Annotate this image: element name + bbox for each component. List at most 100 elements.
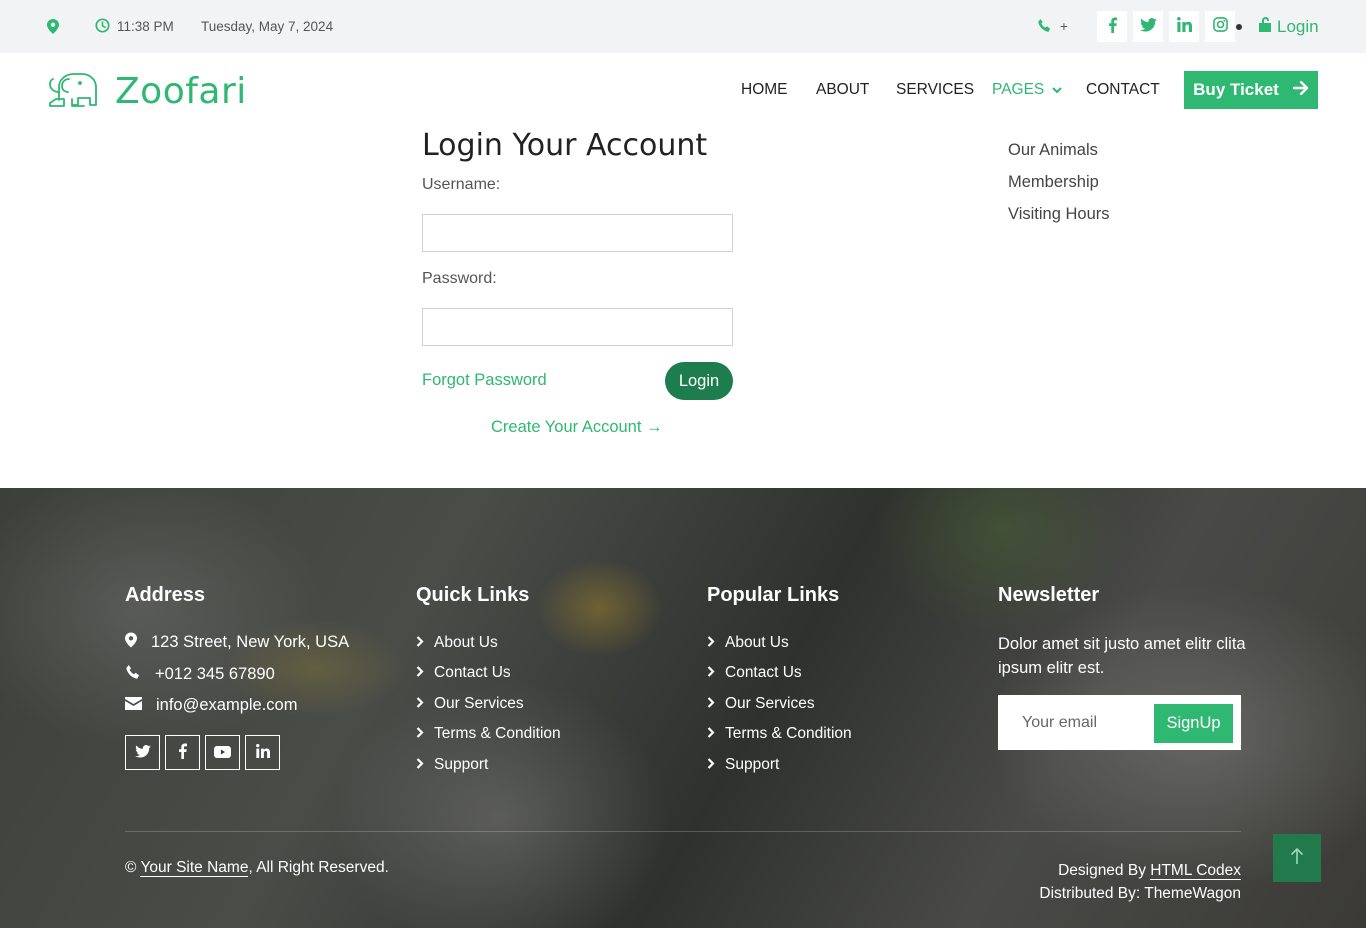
linkedin-icon	[255, 743, 270, 762]
top-login-label: Login	[1277, 16, 1319, 36]
nav-pages[interactable]: PAGES	[992, 78, 1062, 102]
elephant-icon	[47, 70, 99, 112]
nav-pages-label: PAGES	[992, 81, 1045, 98]
instagram-link[interactable]	[1205, 11, 1235, 42]
chevron-right-icon	[707, 634, 715, 652]
chevron-right-icon	[707, 664, 715, 682]
copyright: © Your Site Name, All Right Reserved.	[125, 859, 389, 877]
password-input[interactable]	[422, 308, 733, 346]
footer-phone-text: +012 345 67890	[155, 665, 275, 683]
quick-link-contact-us[interactable]: Contact Us	[416, 664, 511, 682]
quick-link-label: Terms & Condition	[434, 725, 561, 742]
buy-ticket-label: Buy Ticket	[1193, 80, 1279, 99]
envelope-icon	[125, 696, 142, 715]
quick-link-label: Contact Us	[434, 664, 511, 681]
dropdown-item-membership[interactable]: Membership	[1008, 173, 1099, 192]
popular-link-contact-us[interactable]: Contact Us	[707, 664, 802, 682]
footer-popular-links-heading: Popular Links	[707, 584, 840, 606]
credits: Designed By HTML Codex Distributed By: T…	[1039, 859, 1241, 905]
site-name-link[interactable]: Your Site Name	[140, 859, 249, 877]
footer-email: info@example.com	[125, 696, 297, 715]
login-title: Login Your Account	[422, 128, 708, 163]
brand-logo[interactable]: Zoofari	[47, 70, 247, 112]
chevron-right-icon	[707, 725, 715, 743]
instagram-icon	[1212, 17, 1228, 36]
footer-address-heading: Address	[125, 584, 206, 606]
username-input[interactable]	[422, 214, 733, 252]
copyright-suffix: , All Right Reserved.	[248, 859, 389, 876]
chevron-right-icon	[707, 756, 715, 774]
signup-button[interactable]: SignUp	[1154, 704, 1233, 743]
popular-link-support[interactable]: Support	[707, 756, 779, 774]
footer-twitter-link[interactable]	[125, 735, 160, 770]
nav-services[interactable]: SERVICES	[896, 78, 974, 102]
popular-link-label: Contact Us	[725, 664, 802, 681]
chevron-right-icon	[416, 664, 424, 682]
separator-dot	[1236, 24, 1242, 30]
current-time: 11:38 PM	[117, 19, 174, 34]
popular-link-label: Terms & Condition	[725, 725, 852, 742]
footer-divider	[125, 831, 1241, 832]
footer: Address 123 Street, New York, USA +012 3…	[0, 488, 1366, 928]
linkedin-icon	[1176, 17, 1192, 36]
nav-contact[interactable]: CONTACT	[1086, 78, 1160, 102]
forgot-password-link[interactable]: Forgot Password	[422, 371, 547, 390]
linkedin-link[interactable]	[1169, 11, 1199, 42]
create-account-link[interactable]: Create Your Account →	[491, 418, 663, 437]
twitter-icon	[1139, 17, 1157, 36]
quick-link-our-services[interactable]: Our Services	[416, 695, 524, 713]
footer-phone: +012 345 67890	[125, 664, 275, 685]
popular-link-label: About Us	[725, 634, 789, 651]
twitter-link[interactable]	[1133, 11, 1163, 42]
dropdown-item-our-animals[interactable]: Our Animals	[1008, 141, 1098, 160]
quick-link-label: About Us	[434, 634, 498, 651]
quick-link-support[interactable]: Support	[416, 756, 488, 774]
arrow-right-icon	[1292, 80, 1309, 100]
current-date: Tuesday, May 7, 2024	[201, 19, 334, 34]
time-display: 11:38 PM	[95, 0, 174, 53]
chevron-right-icon	[707, 695, 715, 713]
quick-link-about-us[interactable]: About Us	[416, 634, 498, 652]
phone-icon	[125, 664, 141, 685]
location-icon	[47, 0, 59, 53]
popular-link-terms[interactable]: Terms & Condition	[707, 725, 852, 743]
footer-youtube-link[interactable]	[205, 735, 240, 770]
footer-linkedin-link[interactable]	[245, 735, 280, 770]
lock-icon	[1259, 16, 1272, 37]
facebook-icon	[178, 743, 187, 763]
footer-street-text: 123 Street, New York, USA	[151, 633, 350, 651]
phone-link[interactable]: +	[1037, 0, 1068, 53]
phone-number: +	[1060, 19, 1068, 34]
facebook-link[interactable]	[1097, 11, 1127, 42]
footer-newsletter-heading: Newsletter	[998, 584, 1100, 606]
login-button[interactable]: Login	[665, 362, 733, 400]
popular-link-our-services[interactable]: Our Services	[707, 695, 815, 713]
chevron-right-icon	[416, 756, 424, 774]
nav-home[interactable]: HOME	[741, 78, 788, 102]
clock-icon	[95, 17, 110, 36]
newsletter-email-input[interactable]: Your email	[1022, 695, 1097, 750]
popular-link-about-us[interactable]: About Us	[707, 634, 789, 652]
location-icon	[125, 632, 137, 653]
arrow-up-icon	[1290, 847, 1304, 869]
quick-link-label: Our Services	[434, 695, 524, 712]
nav-about[interactable]: ABOUT	[816, 78, 869, 102]
newsletter-text: Dolor amet sit justo amet elitr clita ip…	[998, 635, 1246, 677]
username-label: Username:	[422, 176, 501, 193]
top-login-link[interactable]: Login	[1259, 0, 1319, 53]
copyright-symbol: ©	[125, 859, 137, 876]
newsletter-form: Your email SignUp	[998, 695, 1241, 750]
top-bar: 11:38 PM Tuesday, May 7, 2024 + Login	[0, 0, 1366, 53]
chevron-right-icon	[416, 634, 424, 652]
footer-street: 123 Street, New York, USA	[125, 632, 349, 653]
html-codex-link[interactable]: HTML Codex	[1150, 862, 1241, 880]
quick-link-terms[interactable]: Terms & Condition	[416, 725, 561, 743]
dropdown-item-visiting-hours[interactable]: Visiting Hours	[1008, 205, 1110, 224]
designed-by-prefix: Designed By	[1058, 862, 1146, 879]
popular-link-label: Support	[725, 756, 780, 773]
quick-link-label: Support	[434, 756, 489, 773]
password-label: Password:	[422, 270, 497, 287]
footer-facebook-link[interactable]	[165, 735, 200, 770]
back-to-top-button[interactable]	[1273, 834, 1321, 882]
buy-ticket-button[interactable]: Buy Ticket	[1184, 71, 1318, 109]
